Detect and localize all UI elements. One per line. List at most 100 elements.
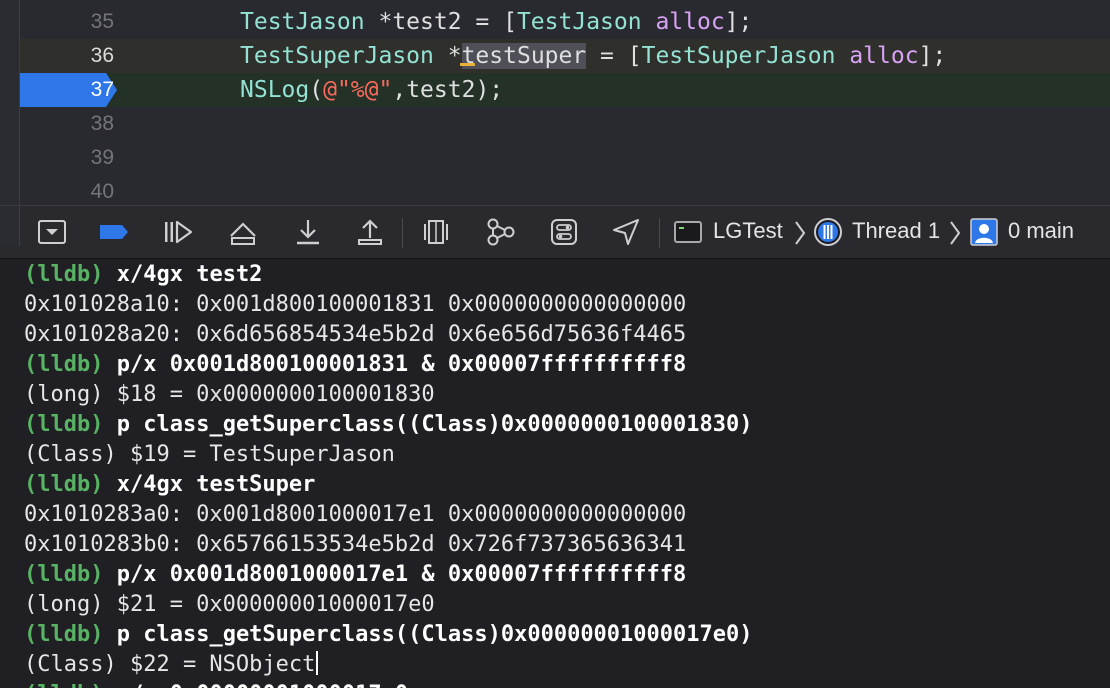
lldb-prompt: (lldb) <box>24 352 104 377</box>
code-line[interactable]: 38 <box>20 107 1110 141</box>
thread-label[interactable]: Thread 1 <box>852 206 940 260</box>
console-output-line: (long) $18 = 0x0000000100001830 <box>24 380 1110 410</box>
console-command-line: (lldb) x/4gx testSuper <box>24 470 1110 500</box>
line-number[interactable]: 36 <box>20 39 120 73</box>
line-number[interactable]: 40 <box>20 175 120 205</box>
code-line[interactable]: 36 TestSuperJason *testSuper = [TestSuper… <box>20 39 1110 73</box>
console-command-line: (lldb) p class_getSuperclass((Class)0x00… <box>24 620 1110 650</box>
code-token: ( <box>309 77 324 103</box>
code-line[interactable]: 35 TestJason *test2 = [TestJason alloc]; <box>20 5 1110 39</box>
process-name-label[interactable]: LGTest <box>713 206 783 260</box>
output-text: 0x101028a20: 0x6d656854534e5b2d 0x6e656d… <box>24 322 687 347</box>
environment-overrides-icon <box>551 219 577 245</box>
environment-overrides-button[interactable] <box>546 214 582 250</box>
output-text: 0x1010283a0: 0x001d8001000017e1 0x000000… <box>24 502 687 527</box>
editor-left-strip <box>0 0 20 205</box>
thread-icon <box>814 218 842 246</box>
step-out-button[interactable] <box>352 214 388 250</box>
debug-toolbar: LGTest Thread 1 0 main <box>0 205 1110 259</box>
code-text: NSLog(@"%@",test2); <box>240 73 503 107</box>
code-token: *test2 = [ <box>364 9 517 35</box>
console-command-line: (lldb) x/4gx test2 <box>24 260 1110 290</box>
code-token: TestJason <box>240 9 365 35</box>
toolbar-left-strip <box>0 206 20 246</box>
chevron-right-icon <box>795 221 806 245</box>
memory-graph-button[interactable] <box>482 214 518 250</box>
code-text: TestJason *test2 = [TestJason alloc]; <box>240 5 752 39</box>
code-line[interactable]: 37 NSLog(@"%@",test2); <box>20 73 1110 107</box>
output-text: (Class) $22 = NSObject <box>24 652 316 677</box>
step-over-icon <box>230 222 256 245</box>
source-editor[interactable]: 35 TestJason *test2 = [TestJason alloc]; 3… <box>0 0 1110 205</box>
code-token: @"%@" <box>323 77 393 103</box>
text-cursor <box>316 651 319 675</box>
output-text: (long) $18 = 0x0000000100001830 <box>24 382 435 407</box>
code-line[interactable]: 40 <box>20 175 1110 205</box>
command-text: p class_getSuperclass((Class)0x000000010… <box>116 412 753 437</box>
continue-button[interactable] <box>160 214 196 250</box>
view-hierarchy-button[interactable] <box>418 214 454 250</box>
code-token: TestJason <box>516 9 642 35</box>
lldb-prompt: (lldb) <box>24 562 104 587</box>
console-command-line: (lldb) p/x 0x001d800100001831 & 0x00007f… <box>24 350 1110 380</box>
command-text: x/4gx testSuper <box>116 472 316 497</box>
frame-label[interactable]: 0 main <box>1008 206 1074 260</box>
console-output-line: 0x101028a10: 0x001d800100001831 0x000000… <box>24 290 1110 320</box>
simulate-location-icon <box>613 219 639 245</box>
breakpoints-toggle-button[interactable] <box>96 214 132 250</box>
lldb-prompt: (lldb) <box>24 262 104 287</box>
command-text: p/x 0x00000001000017e0 <box>117 682 408 688</box>
code-text: TestSuperJason *testSuper = [TestSuperJa… <box>240 39 946 73</box>
simulate-location-button[interactable] <box>608 214 644 250</box>
console-output-line: (Class) $19 = TestSuperJason <box>24 440 1110 470</box>
console-output-line: 0x101028a20: 0x6d656854534e5b2d 0x6e656d… <box>24 320 1110 350</box>
console-output-line: 0x1010283b0: 0x65766153534e5b2d 0x726f73… <box>24 530 1110 560</box>
step-out-icon <box>358 219 382 245</box>
process-selector[interactable] <box>670 214 706 250</box>
step-over-button[interactable] <box>225 214 261 250</box>
thread-selector[interactable] <box>810 214 846 250</box>
line-number[interactable]: 37 <box>20 73 120 107</box>
continue-icon <box>165 220 193 244</box>
toolbar-separator <box>402 218 403 248</box>
chevron-right-icon <box>950 221 961 245</box>
output-text: 0x1010283b0: 0x65766153534e5b2d 0x726f73… <box>24 532 687 557</box>
breakpoints-toggle-icon <box>100 225 128 239</box>
output-text: 0x101028a10: 0x001d800100001831 0x000000… <box>24 292 687 317</box>
code-token: = [ <box>586 43 642 69</box>
code-token: TestSuperJason <box>240 43 434 69</box>
hide-debug-area-button[interactable] <box>34 214 70 250</box>
code-token: alloc <box>849 43 919 69</box>
lldb-prompt: (lldb) <box>24 622 104 647</box>
view-hierarchy-icon <box>424 220 448 244</box>
code-token: TestSuperJason <box>641 43 836 69</box>
command-text: x/4gx test2 <box>116 262 263 287</box>
code-token: alloc <box>655 9 725 35</box>
code-line[interactable]: 39 <box>20 141 1110 175</box>
line-number[interactable]: 35 <box>20 5 120 39</box>
step-into-button[interactable] <box>290 214 326 250</box>
command-text: p/x 0x001d800100001831 & 0x00007ffffffff… <box>116 352 687 377</box>
console-output-line: 0x1010283a0: 0x001d8001000017e1 0x000000… <box>24 500 1110 530</box>
line-number[interactable]: 39 <box>20 141 120 175</box>
code-token: * <box>433 43 462 69</box>
frame-selector[interactable] <box>966 214 1002 250</box>
terminal-icon <box>674 221 702 243</box>
line-number[interactable]: 38 <box>20 107 120 141</box>
console-output-line: (Class) $22 = NSObject <box>24 650 1110 680</box>
memory-graph-icon <box>487 218 515 246</box>
lldb-console[interactable]: (lldb) x/4gx test2 0x101028a10: 0x001d800… <box>0 260 1110 688</box>
lldb-prompt: (lldb) <box>24 412 104 437</box>
console-command-line: (lldb) p/x 0x001d8001000017e1 & 0x00007f… <box>24 560 1110 590</box>
console-command-line: (lldb) p class_getSuperclass((Class)0x00… <box>24 410 1110 440</box>
lldb-prompt: (lldb) <box>24 682 103 688</box>
code-token: ]; <box>918 43 947 69</box>
command-text: p class_getSuperclass((Class)0x000000010… <box>116 622 753 647</box>
code-token: testSuper <box>461 43 587 69</box>
output-text: (Class) $19 = TestSuperJason <box>24 442 395 467</box>
console-command-line: (lldb) p/x 0x00000001000017e0 <box>24 680 1110 688</box>
toolbar-separator <box>659 218 660 248</box>
lldb-prompt: (lldb) <box>24 472 104 497</box>
output-text: (long) $21 = 0x00000001000017e0 <box>24 592 435 617</box>
